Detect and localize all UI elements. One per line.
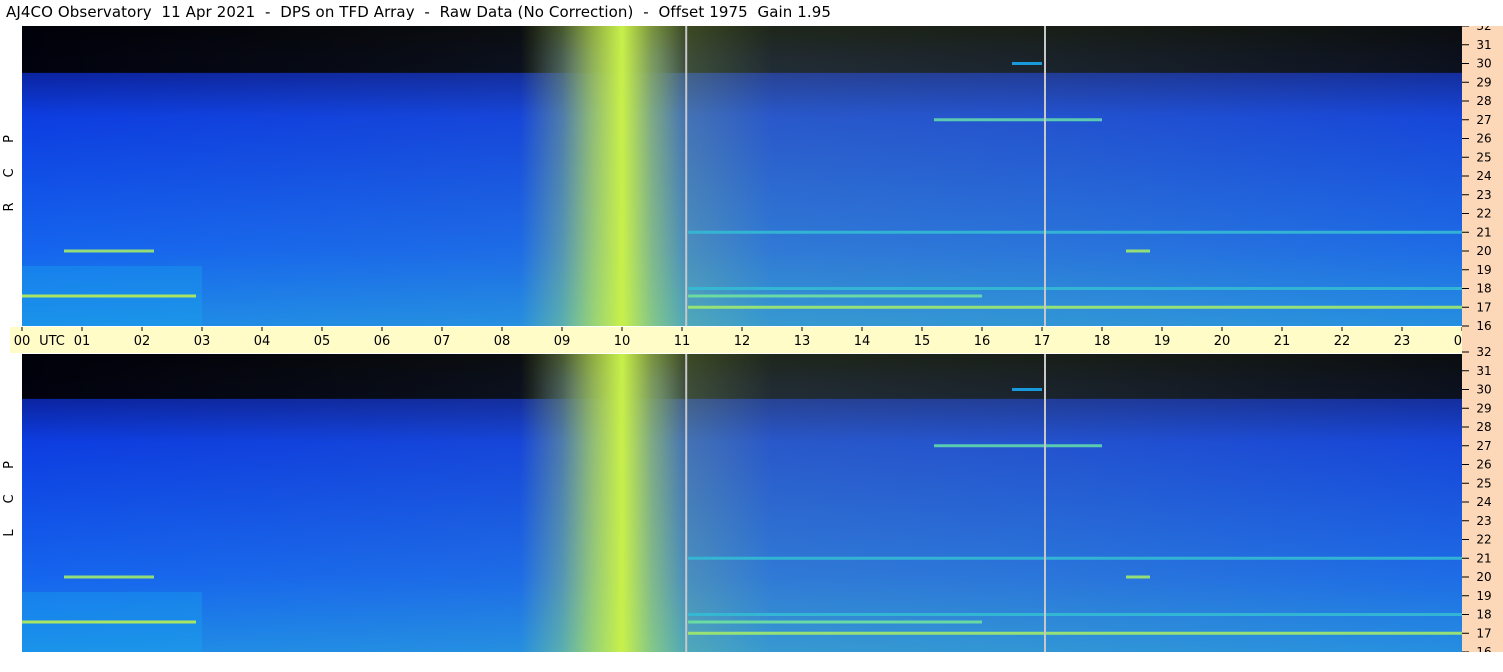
frequency-tick-label: 16	[1476, 645, 1491, 652]
frequency-tick-label: 32	[1476, 26, 1491, 33]
signal-band	[688, 294, 982, 298]
time-tick-label: 21	[1274, 334, 1291, 349]
signal-band	[22, 620, 196, 624]
frequency-axis: 16 17 18 19 20 21 22 23 24 25 26 27 28 29 30 31 32 16 17 18…	[1462, 26, 1503, 652]
time-tick-label: 11	[674, 334, 691, 349]
frequency-tick-label: 23	[1476, 514, 1491, 528]
time-axis-svg: 00 01 02 03 04 05 06 07 08 09 10 11 12 13 14 15 16 17 18 19…	[14, 327, 1473, 349]
frequency-tick-label: 25	[1476, 150, 1491, 164]
frequency-tick-label: 32	[1476, 345, 1491, 359]
time-axis: 00 01 02 03 04 05 06 07 08 09 10 11 12 13 14 15 16 17 18 19…	[10, 326, 1473, 354]
frequency-axis-svg: 16 17 18 19 20 21 22 23 24 25 26 27 28 29 30 31 32 16 17 18…	[1462, 26, 1492, 652]
frequency-tick-label: 19	[1476, 589, 1491, 603]
time-tick-label: 17	[1034, 334, 1051, 349]
spectrogram-panel-lcp	[22, 352, 1462, 652]
marker-line	[1044, 352, 1046, 652]
signal-band	[688, 287, 1462, 290]
marker-line	[1044, 26, 1046, 326]
time-tick-label: 07	[434, 334, 451, 349]
time-tick-label: 13	[794, 334, 811, 349]
spectrogram-svg	[22, 352, 1462, 652]
signal-band	[934, 444, 1102, 448]
time-tick-label: 15	[914, 334, 931, 349]
time-tick-label: 09	[554, 334, 571, 349]
spectrogram-svg	[22, 26, 1462, 326]
frequency-tick-label: 21	[1476, 225, 1491, 239]
frequency-tick-label: 18	[1476, 608, 1491, 622]
time-tick-label: 02	[134, 334, 151, 349]
frequency-tick-label: 30	[1476, 383, 1491, 397]
frequency-tick-label: 18	[1476, 282, 1491, 296]
signal-band	[934, 118, 1102, 122]
chart-title: AJ4CO Observatory 11 Apr 2021 - DPS on T…	[6, 3, 832, 21]
signal-band	[1126, 249, 1150, 253]
time-tick-label: 20	[1214, 334, 1231, 349]
time-tick-label: 23	[1394, 334, 1411, 349]
frequency-tick-label: 20	[1476, 244, 1491, 258]
signal-band	[64, 575, 154, 579]
time-tick-label: 03	[194, 334, 211, 349]
time-tick-label: 19	[1154, 334, 1171, 349]
solar-brightening	[22, 26, 1462, 326]
frequency-tick-label: 29	[1476, 75, 1491, 89]
frequency-tick-label: 31	[1476, 38, 1491, 52]
signal-band	[688, 230, 1462, 234]
frequency-tick-label: 17	[1476, 300, 1491, 314]
frequency-tick-label: 21	[1476, 551, 1491, 565]
frequency-tick-label: 24	[1476, 495, 1491, 509]
time-tick-label: 18	[1094, 334, 1111, 349]
time-tick-label: 08	[494, 334, 511, 349]
frequency-tick-label: 22	[1476, 533, 1491, 547]
time-tick-label: 06	[374, 334, 391, 349]
time-tick-label: 16	[974, 334, 991, 349]
signal-band	[1012, 388, 1042, 391]
frequency-tick-label: 19	[1476, 263, 1491, 277]
time-unit-label: UTC	[39, 334, 65, 349]
frequency-tick-label: 27	[1476, 113, 1491, 127]
signal-band	[22, 294, 196, 298]
time-tick-label: 05	[314, 334, 331, 349]
solar-brightening	[22, 352, 1462, 652]
frequency-tick-label: 20	[1476, 570, 1491, 584]
time-tick-label: 04	[254, 334, 271, 349]
frequency-tick-label: 26	[1476, 132, 1491, 146]
time-tick-label: 10	[614, 334, 631, 349]
time-tick-label: 12	[734, 334, 751, 349]
signal-band	[688, 305, 1462, 309]
time-tick-label: 14	[854, 334, 871, 349]
frequency-tick-label: 28	[1476, 94, 1491, 108]
frequency-tick-label: 26	[1476, 458, 1491, 472]
signal-band	[688, 613, 1462, 616]
panel-label-rcp: P C R	[2, 122, 17, 224]
frequency-tick-label: 23	[1476, 188, 1491, 202]
frequency-tick-label: 17	[1476, 626, 1491, 640]
time-tick-label: 00	[14, 334, 31, 349]
panel-label-lcp: P C L	[2, 448, 17, 550]
frequency-tick-label: 30	[1476, 57, 1491, 71]
signal-band	[688, 556, 1462, 560]
frequency-tick-label: 31	[1476, 364, 1491, 378]
signal-band	[688, 631, 1462, 635]
signal-band	[64, 249, 154, 253]
frequency-tick-label: 22	[1476, 207, 1491, 221]
frequency-tick-label: 29	[1476, 401, 1491, 415]
frequency-tick-label: 24	[1476, 169, 1491, 183]
signal-band	[688, 620, 982, 624]
marker-line	[685, 26, 688, 326]
signal-band	[1012, 62, 1042, 65]
frequency-tick-label: 16	[1476, 319, 1491, 333]
time-tick-label: 22	[1334, 334, 1351, 349]
frequency-tick-label: 25	[1476, 476, 1491, 490]
frequency-tick-label: 28	[1476, 420, 1491, 434]
spectrogram-panel-rcp	[22, 26, 1462, 326]
frequency-tick-label: 27	[1476, 439, 1491, 453]
signal-band	[1126, 575, 1150, 579]
marker-line	[685, 352, 688, 652]
spectrogram-figure: AJ4CO Observatory 11 Apr 2021 - DPS on T…	[0, 0, 1503, 672]
time-tick-label: 01	[74, 334, 91, 349]
